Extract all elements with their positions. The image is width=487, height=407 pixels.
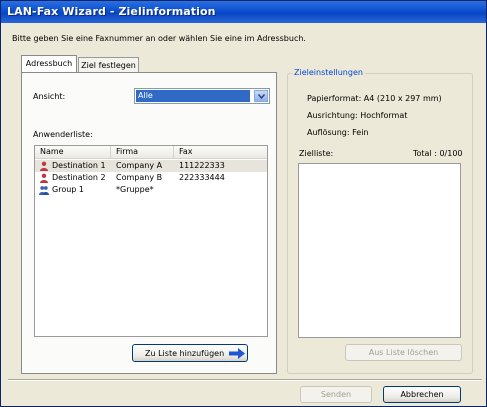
resolution-text: Auflösung: Fein [307, 128, 369, 137]
title-bar[interactable]: LAN-Fax Wizard - Zielinformation [1, 1, 486, 23]
total-count: Total : 0/100 [413, 149, 463, 158]
view-label: Ansicht: [33, 92, 66, 101]
cancel-button[interactable]: Abbrechen [383, 386, 461, 403]
user-icon [40, 161, 48, 171]
cell-name: Destination 2 [52, 173, 106, 182]
table-row[interactable]: Destination 1 Company A 111222333 [35, 160, 267, 172]
wizard-window: LAN-Fax Wizard - Zielinformation Bitte g… [0, 0, 487, 407]
table-row[interactable]: Destination 2 Company B 222333444 [35, 172, 267, 184]
column-header-fax[interactable]: Fax [174, 146, 267, 158]
window-title: LAN-Fax Wizard - Zielinformation [7, 5, 216, 18]
destination-list[interactable] [298, 163, 461, 338]
table-row[interactable]: Group 1 *Gruppe* [35, 184, 267, 196]
instruction-text: Bitte geben Sie eine Faxnummer an oder w… [12, 34, 306, 43]
cell-company: Company A [116, 161, 163, 170]
view-select[interactable]: Alle [134, 88, 270, 104]
paper-format-text: Papierformat: A4 (210 x 297 mm) [307, 94, 442, 103]
remove-from-list-button[interactable]: Aus Liste löschen [345, 344, 462, 361]
orientation-text: Ausrichtung: Hochformat [307, 111, 408, 120]
destination-settings-legend: Zieleinstellungen [292, 68, 365, 77]
cell-company: Company B [116, 173, 163, 182]
address-book-panel: Ansicht: Alle Anwenderliste: Name Firma … [21, 72, 277, 374]
add-to-list-button[interactable]: Zu Liste hinzufügen [132, 344, 248, 362]
add-to-list-label: Zu Liste hinzufügen [145, 349, 225, 358]
column-header-company[interactable]: Firma [111, 146, 174, 158]
user-list-label: Anwenderliste: [33, 130, 93, 139]
footer-separator [8, 379, 482, 381]
cell-name: Group 1 [52, 185, 84, 194]
tab-ziel-festlegen[interactable]: Ziel festlegen [78, 57, 139, 72]
arrow-right-icon [229, 348, 245, 359]
user-list[interactable]: Name Firma Fax Destination 1 Company A 1… [34, 145, 268, 337]
tab-adressbuch[interactable]: Adressbuch [21, 55, 77, 72]
group-icon [39, 186, 49, 195]
cell-fax: 222333444 [179, 173, 225, 182]
cell-company: *Gruppe* [116, 185, 154, 194]
list-header: Name Firma Fax [35, 146, 267, 159]
cell-name: Destination 1 [52, 161, 106, 170]
chevron-down-icon[interactable] [254, 90, 268, 102]
user-icon [40, 173, 48, 183]
column-header-name[interactable]: Name [35, 146, 111, 158]
view-select-value: Alle [136, 90, 250, 102]
cell-fax: 111222333 [179, 161, 225, 170]
destination-list-label: Zielliste: [299, 149, 334, 158]
send-button[interactable]: Senden [300, 386, 372, 403]
